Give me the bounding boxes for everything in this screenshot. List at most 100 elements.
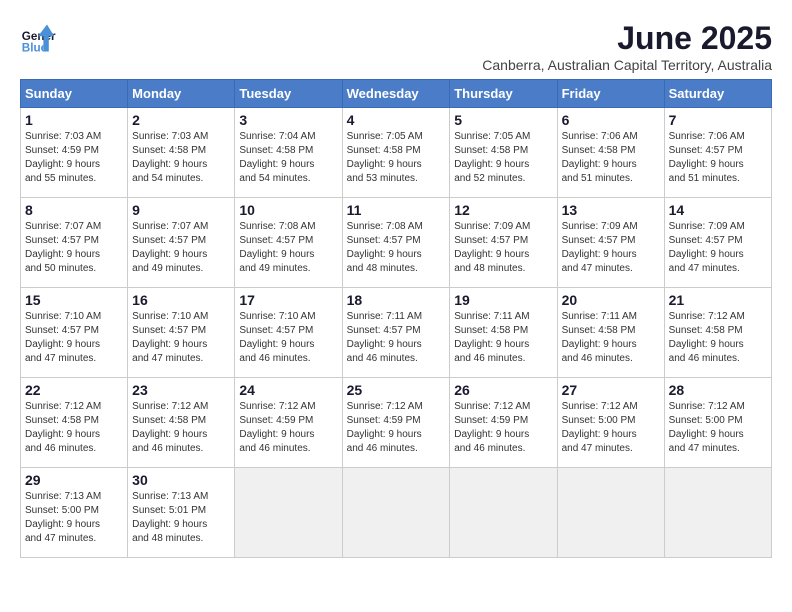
calendar-cell: 16 Sunrise: 7:10 AM Sunset: 4:57 PM Dayl… <box>128 288 235 378</box>
day-number: 18 <box>347 292 446 308</box>
day-info: Sunrise: 7:06 AM Sunset: 4:58 PM Dayligh… <box>562 130 660 186</box>
calendar-cell <box>664 468 771 558</box>
day-info: Sunrise: 7:06 AM Sunset: 4:57 PM Dayligh… <box>669 130 767 186</box>
calendar-cell <box>450 468 557 558</box>
day-number: 25 <box>347 382 446 398</box>
day-number: 9 <box>132 202 230 218</box>
calendar-cell: 12 Sunrise: 7:09 AM Sunset: 4:57 PM Dayl… <box>450 198 557 288</box>
location-subtitle: Canberra, Australian Capital Territory, … <box>482 57 772 73</box>
calendar-cell: 8 Sunrise: 7:07 AM Sunset: 4:57 PM Dayli… <box>21 198 128 288</box>
calendar-cell: 15 Sunrise: 7:10 AM Sunset: 4:57 PM Dayl… <box>21 288 128 378</box>
day-number: 20 <box>562 292 660 308</box>
calendar-cell: 9 Sunrise: 7:07 AM Sunset: 4:57 PM Dayli… <box>128 198 235 288</box>
day-number: 27 <box>562 382 660 398</box>
calendar-cell: 26 Sunrise: 7:12 AM Sunset: 4:59 PM Dayl… <box>450 378 557 468</box>
day-number: 6 <box>562 112 660 128</box>
column-header-wednesday: Wednesday <box>342 80 450 108</box>
calendar-cell: 6 Sunrise: 7:06 AM Sunset: 4:58 PM Dayli… <box>557 108 664 198</box>
day-number: 28 <box>669 382 767 398</box>
day-info: Sunrise: 7:10 AM Sunset: 4:57 PM Dayligh… <box>132 310 230 366</box>
day-number: 2 <box>132 112 230 128</box>
day-number: 29 <box>25 472 123 488</box>
day-info: Sunrise: 7:07 AM Sunset: 4:57 PM Dayligh… <box>132 220 230 276</box>
day-number: 4 <box>347 112 446 128</box>
calendar-cell: 13 Sunrise: 7:09 AM Sunset: 4:57 PM Dayl… <box>557 198 664 288</box>
day-info: Sunrise: 7:08 AM Sunset: 4:57 PM Dayligh… <box>239 220 337 276</box>
calendar-cell <box>235 468 342 558</box>
day-number: 5 <box>454 112 552 128</box>
calendar-cell: 25 Sunrise: 7:12 AM Sunset: 4:59 PM Dayl… <box>342 378 450 468</box>
calendar-cell: 24 Sunrise: 7:12 AM Sunset: 4:59 PM Dayl… <box>235 378 342 468</box>
calendar-cell: 23 Sunrise: 7:12 AM Sunset: 4:58 PM Dayl… <box>128 378 235 468</box>
month-title: June 2025 <box>482 20 772 57</box>
calendar-cell: 5 Sunrise: 7:05 AM Sunset: 4:58 PM Dayli… <box>450 108 557 198</box>
calendar-cell: 21 Sunrise: 7:12 AM Sunset: 4:58 PM Dayl… <box>664 288 771 378</box>
day-number: 11 <box>347 202 446 218</box>
day-info: Sunrise: 7:12 AM Sunset: 4:58 PM Dayligh… <box>132 400 230 456</box>
day-number: 14 <box>669 202 767 218</box>
calendar-cell: 14 Sunrise: 7:09 AM Sunset: 4:57 PM Dayl… <box>664 198 771 288</box>
calendar-table: SundayMondayTuesdayWednesdayThursdayFrid… <box>20 79 772 558</box>
day-number: 19 <box>454 292 552 308</box>
calendar-cell <box>342 468 450 558</box>
day-number: 8 <box>25 202 123 218</box>
calendar-cell: 19 Sunrise: 7:11 AM Sunset: 4:58 PM Dayl… <box>450 288 557 378</box>
day-number: 13 <box>562 202 660 218</box>
day-info: Sunrise: 7:12 AM Sunset: 5:00 PM Dayligh… <box>562 400 660 456</box>
day-info: Sunrise: 7:03 AM Sunset: 4:59 PM Dayligh… <box>25 130 123 186</box>
day-number: 7 <box>669 112 767 128</box>
day-info: Sunrise: 7:12 AM Sunset: 4:59 PM Dayligh… <box>347 400 446 456</box>
calendar-cell: 22 Sunrise: 7:12 AM Sunset: 4:58 PM Dayl… <box>21 378 128 468</box>
calendar-cell: 1 Sunrise: 7:03 AM Sunset: 4:59 PM Dayli… <box>21 108 128 198</box>
day-number: 23 <box>132 382 230 398</box>
calendar-cell: 7 Sunrise: 7:06 AM Sunset: 4:57 PM Dayli… <box>664 108 771 198</box>
day-info: Sunrise: 7:12 AM Sunset: 4:58 PM Dayligh… <box>25 400 123 456</box>
day-info: Sunrise: 7:09 AM Sunset: 4:57 PM Dayligh… <box>454 220 552 276</box>
column-header-friday: Friday <box>557 80 664 108</box>
day-number: 30 <box>132 472 230 488</box>
calendar-cell <box>557 468 664 558</box>
day-info: Sunrise: 7:12 AM Sunset: 4:59 PM Dayligh… <box>239 400 337 456</box>
day-info: Sunrise: 7:07 AM Sunset: 4:57 PM Dayligh… <box>25 220 123 276</box>
day-info: Sunrise: 7:04 AM Sunset: 4:58 PM Dayligh… <box>239 130 337 186</box>
day-info: Sunrise: 7:08 AM Sunset: 4:57 PM Dayligh… <box>347 220 446 276</box>
day-number: 16 <box>132 292 230 308</box>
day-info: Sunrise: 7:12 AM Sunset: 4:59 PM Dayligh… <box>454 400 552 456</box>
logo-icon: General Blue <box>20 20 56 56</box>
calendar-cell: 10 Sunrise: 7:08 AM Sunset: 4:57 PM Dayl… <box>235 198 342 288</box>
column-header-sunday: Sunday <box>21 80 128 108</box>
day-info: Sunrise: 7:12 AM Sunset: 4:58 PM Dayligh… <box>669 310 767 366</box>
title-block: June 2025 Canberra, Australian Capital T… <box>482 20 772 73</box>
day-number: 24 <box>239 382 337 398</box>
calendar-cell: 17 Sunrise: 7:10 AM Sunset: 4:57 PM Dayl… <box>235 288 342 378</box>
column-header-thursday: Thursday <box>450 80 557 108</box>
day-info: Sunrise: 7:11 AM Sunset: 4:57 PM Dayligh… <box>347 310 446 366</box>
day-info: Sunrise: 7:05 AM Sunset: 4:58 PM Dayligh… <box>454 130 552 186</box>
calendar-cell: 3 Sunrise: 7:04 AM Sunset: 4:58 PM Dayli… <box>235 108 342 198</box>
calendar-cell: 29 Sunrise: 7:13 AM Sunset: 5:00 PM Dayl… <box>21 468 128 558</box>
day-info: Sunrise: 7:13 AM Sunset: 5:00 PM Dayligh… <box>25 490 123 546</box>
day-info: Sunrise: 7:10 AM Sunset: 4:57 PM Dayligh… <box>25 310 123 366</box>
day-number: 26 <box>454 382 552 398</box>
calendar-cell: 27 Sunrise: 7:12 AM Sunset: 5:00 PM Dayl… <box>557 378 664 468</box>
day-info: Sunrise: 7:10 AM Sunset: 4:57 PM Dayligh… <box>239 310 337 366</box>
day-info: Sunrise: 7:09 AM Sunset: 4:57 PM Dayligh… <box>669 220 767 276</box>
day-info: Sunrise: 7:03 AM Sunset: 4:58 PM Dayligh… <box>132 130 230 186</box>
day-number: 22 <box>25 382 123 398</box>
logo: General Blue <box>20 20 56 56</box>
day-info: Sunrise: 7:12 AM Sunset: 5:00 PM Dayligh… <box>669 400 767 456</box>
calendar-cell: 4 Sunrise: 7:05 AM Sunset: 4:58 PM Dayli… <box>342 108 450 198</box>
column-header-saturday: Saturday <box>664 80 771 108</box>
day-number: 21 <box>669 292 767 308</box>
day-number: 10 <box>239 202 337 218</box>
day-number: 3 <box>239 112 337 128</box>
day-number: 17 <box>239 292 337 308</box>
day-info: Sunrise: 7:05 AM Sunset: 4:58 PM Dayligh… <box>347 130 446 186</box>
day-info: Sunrise: 7:09 AM Sunset: 4:57 PM Dayligh… <box>562 220 660 276</box>
calendar-cell: 28 Sunrise: 7:12 AM Sunset: 5:00 PM Dayl… <box>664 378 771 468</box>
calendar-cell: 20 Sunrise: 7:11 AM Sunset: 4:58 PM Dayl… <box>557 288 664 378</box>
day-info: Sunrise: 7:11 AM Sunset: 4:58 PM Dayligh… <box>454 310 552 366</box>
calendar-cell: 2 Sunrise: 7:03 AM Sunset: 4:58 PM Dayli… <box>128 108 235 198</box>
calendar-cell: 11 Sunrise: 7:08 AM Sunset: 4:57 PM Dayl… <box>342 198 450 288</box>
column-header-monday: Monday <box>128 80 235 108</box>
